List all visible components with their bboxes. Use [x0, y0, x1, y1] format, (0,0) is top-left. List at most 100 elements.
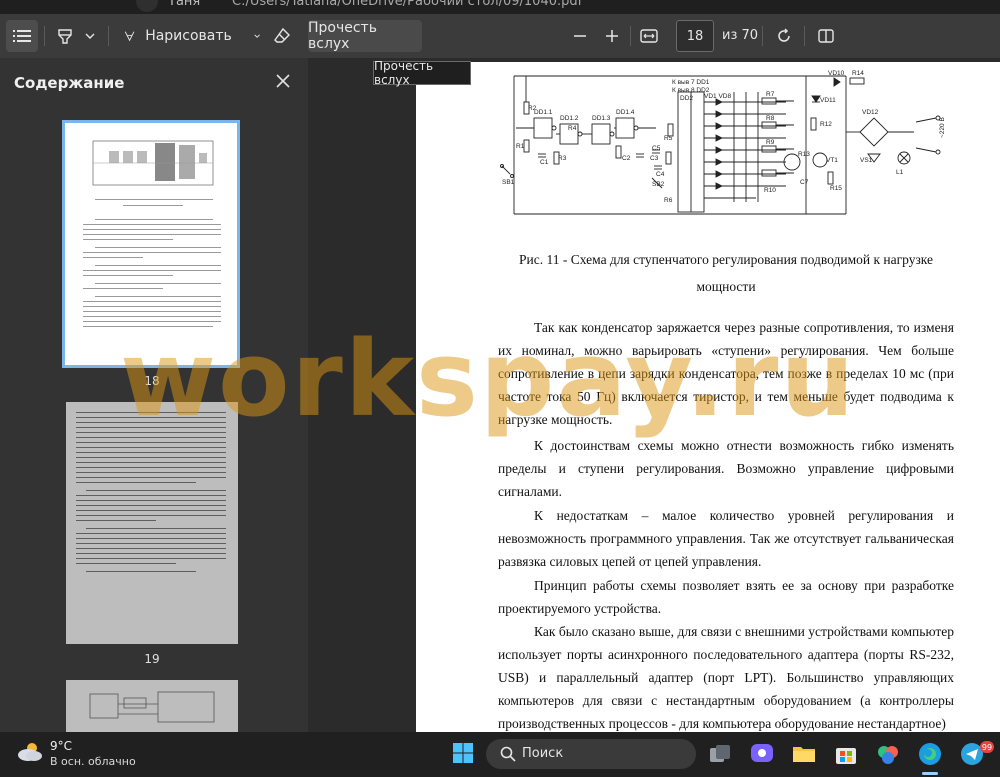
label-c7: C7 [800, 179, 809, 186]
label-r9: R9 [766, 139, 775, 146]
photos-icon[interactable] [874, 740, 902, 768]
label-sb1: SB1 [502, 179, 515, 186]
task-view-icon[interactable] [706, 740, 734, 768]
read-aloud-tooltip: Прочесть вслух [373, 59, 471, 87]
erase-button[interactable] [268, 20, 296, 52]
back-button[interactable] [136, 0, 158, 12]
notification-badge: 99 [980, 741, 994, 753]
contents-toggle-button[interactable] [6, 20, 38, 52]
file-path: C:/Users/Tatiana/OneDrive/Рабочий стол/0… [232, 0, 583, 9]
caption-line: Рис. 11 - Схема для ступенчатого регулир… [518, 252, 934, 267]
document-viewport[interactable]: VD10 R14 К выв 7 DD1 К выв 8 DD2 DD2 VD1… [308, 58, 1000, 732]
toolbar-separator [804, 26, 805, 46]
label-c5: C5 [652, 145, 661, 152]
label-r10: R10 [764, 187, 776, 194]
highlight-options-button[interactable] [80, 20, 100, 52]
pen-icon [124, 31, 135, 42]
cloud-sun-icon [18, 743, 42, 761]
label-dd12: DD1.2 [560, 115, 579, 122]
list-icon [13, 30, 31, 42]
thumbnail-page-number: 18 [144, 374, 160, 388]
store-icon[interactable] [832, 740, 860, 768]
page-thumbnail[interactable] [66, 680, 238, 732]
thumbnail-diagram [89, 691, 215, 723]
chevron-down-icon [254, 34, 260, 38]
label-r3: R3 [558, 155, 567, 162]
label-r12: R12 [820, 121, 832, 128]
zoom-in-button[interactable] [600, 20, 624, 52]
edge-icon[interactable] [916, 740, 944, 768]
eraser-icon [274, 27, 290, 43]
zoom-out-button[interactable] [568, 20, 592, 52]
label-vd11: VD11 [820, 97, 836, 104]
minus-icon [574, 35, 586, 37]
label-r5: R5 [664, 135, 673, 142]
label-c2: C2 [622, 155, 631, 162]
page-thumbnail[interactable] [62, 120, 240, 368]
page-number-input[interactable]: 18 [676, 20, 714, 52]
label-r6: R6 [664, 197, 673, 204]
thumbnail-circuit [92, 140, 214, 186]
paragraph: К достоинствам схемы можно отнести возмо… [498, 438, 954, 499]
contents-sidebar: Содержание 18 19 [0, 58, 308, 732]
label-r7: R7 [766, 91, 775, 98]
paragraph: К недостаткам – малое количество уровней… [498, 508, 954, 569]
sidebar-title: Содержание [14, 74, 125, 92]
paragraph: Как было сказано выше, для связи с внешн… [498, 624, 954, 731]
label-r8: R8 [766, 115, 775, 122]
label-c1: C1 [540, 159, 549, 166]
rotate-button[interactable] [772, 20, 796, 52]
pdf-page: VD10 R14 К выв 7 DD1 К выв 8 DD2 DD2 VD1… [416, 62, 1000, 732]
label-r15: R15 [830, 185, 842, 192]
toolbar-separator [44, 26, 45, 46]
paragraph: Так как конденсатор заряжается через раз… [498, 320, 954, 427]
draw-label: Нарисовать [145, 28, 232, 44]
chat-app-icon[interactable] [748, 740, 776, 768]
label-kvse7: К выв 7 DD1 [672, 79, 710, 86]
pdf-toolbar: Нарисовать Прочесть вслух [0, 14, 1000, 58]
weather-temperature: 9°C [50, 739, 73, 753]
two-page-icon [818, 29, 834, 43]
taskbar: 9°C В осн. облачно Поиск 99 [0, 732, 1000, 777]
read-aloud-button[interactable]: Прочесть вслух [308, 20, 422, 52]
label-r4: R4 [568, 125, 577, 132]
close-icon [276, 74, 290, 88]
page-count: из 70 [722, 28, 759, 43]
label-dd14: DD1.4 [616, 109, 635, 116]
toolbar-separator [762, 26, 763, 46]
search-placeholder: Поиск [522, 746, 564, 761]
label-r2: R2 [528, 105, 537, 112]
draw-button[interactable]: Нарисовать [124, 20, 260, 52]
circuit-diagram: VD10 R14 К выв 7 DD1 К выв 8 DD2 DD2 VD1… [500, 70, 946, 215]
thumbnail-page-number: 19 [144, 652, 160, 666]
label-dd11: DD1.1 [534, 109, 553, 116]
label-r1: R1 [516, 143, 525, 150]
windows-start-icon[interactable] [452, 742, 474, 764]
rotate-icon [778, 28, 790, 42]
label-c3: C3 [650, 155, 659, 162]
label-r13: R13 [798, 151, 810, 158]
label-voltage: ~220 В [939, 117, 946, 138]
fit-width-button[interactable] [636, 20, 662, 52]
page-view-button[interactable] [814, 20, 838, 52]
title-bar: Таня C:/Users/Tatiana/OneDrive/Рабочий с… [0, 0, 1000, 14]
label-l1: L1 [896, 169, 904, 176]
fit-width-icon [640, 29, 658, 43]
active-app-indicator [922, 772, 938, 775]
label-sb2: SB2 [652, 181, 665, 188]
folder-icon[interactable] [790, 740, 818, 768]
caption-line: мощности [696, 279, 756, 294]
label-vt1: VT1 [826, 157, 838, 164]
label-r14: R14 [852, 70, 864, 77]
label-c4: C4 [656, 171, 665, 178]
label-vd10: VD10 [828, 70, 845, 77]
paragraph: Принцип работы схемы позволяет взять ее … [498, 578, 954, 616]
figure-caption: Рис. 11 - Схема для ступенчатого регулир… [476, 246, 976, 300]
taskbar-search[interactable]: Поиск [486, 739, 696, 769]
weather-description: В осн. облачно [50, 755, 136, 768]
label-dd13: DD1.3 [592, 115, 611, 122]
highlight-button[interactable] [50, 20, 80, 52]
page-thumbnail[interactable] [66, 402, 238, 644]
close-sidebar-button[interactable] [272, 70, 294, 92]
label-vd1vd8: VD1 VD8 [704, 93, 731, 100]
